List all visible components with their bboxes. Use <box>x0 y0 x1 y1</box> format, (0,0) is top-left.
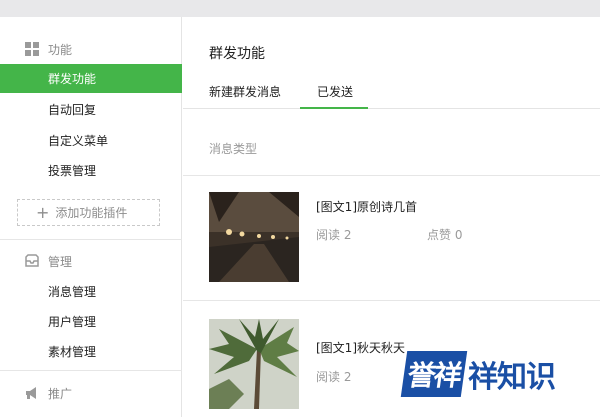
like-count: 点赞 0 <box>427 228 463 242</box>
sidebar-item-user-manage[interactable]: 用户管理 <box>0 307 182 336</box>
sidebar-item-material-manage[interactable]: 素材管理 <box>0 337 182 366</box>
megaphone-icon <box>24 385 40 401</box>
list-item[interactable]: [图文1]原创诗几首 阅读 2 点赞 0 <box>183 176 600 296</box>
sidebar-item-auto-reply[interactable]: 自动回复 <box>0 95 182 124</box>
plus-icon: + <box>36 202 50 222</box>
sidebar-item-message-manage[interactable]: 消息管理 <box>0 277 182 306</box>
sidebar: 功能 群发功能 自动回复 自定义菜单 投票管理 + 添加功能插件 管理 消息管理… <box>0 17 182 417</box>
sidebar-item-mass-send[interactable]: 群发功能 <box>0 64 182 93</box>
sidebar-section-title: 推广 <box>48 386 73 401</box>
watermark-text: 祥知识 <box>468 360 556 395</box>
article-title[interactable]: [图文1]原创诗几首 <box>316 198 417 215</box>
read-count: 阅读 2 <box>316 370 352 384</box>
tab-bar: 新建群发消息 已发送 <box>183 79 600 109</box>
sidebar-item-label: 投票管理 <box>48 164 97 178</box>
sidebar-item-label: 素材管理 <box>48 345 97 359</box>
page-title: 群发功能 <box>209 46 265 62</box>
grid-icon <box>24 41 40 57</box>
top-bar <box>0 0 600 17</box>
tab-new-mass-message[interactable]: 新建群发消息 <box>209 83 281 100</box>
sidebar-item-label: 消息管理 <box>48 285 97 299</box>
inbox-icon <box>24 253 40 269</box>
sidebar-item-label: 自定义菜单 <box>48 134 109 148</box>
sidebar-divider <box>0 239 182 240</box>
tab-sent[interactable]: 已发送 <box>317 83 353 100</box>
sidebar-item-label: 群发功能 <box>48 72 97 86</box>
sidebar-item-label: 用户管理 <box>48 315 97 329</box>
sidebar-section-title: 管理 <box>48 254 73 269</box>
sidebar-section-manage: 管理 <box>0 246 182 276</box>
article-thumbnail <box>209 319 299 409</box>
watermark-mark: 誉祥 <box>400 351 468 397</box>
add-plugin-label: 添加功能插件 <box>55 206 128 220</box>
watermark-logo: 誉祥 祥知识 <box>400 350 584 398</box>
active-tab-indicator <box>300 107 368 109</box>
read-count: 阅读 2 <box>316 228 352 242</box>
article-title[interactable]: [图文1]秋天秋天 <box>316 339 405 356</box>
message-type-filter[interactable]: 消息类型 <box>209 140 257 157</box>
sidebar-item-label: 自动回复 <box>48 103 97 117</box>
sidebar-item-custom-menu[interactable]: 自定义菜单 <box>0 126 182 155</box>
sidebar-item-vote-manage[interactable]: 投票管理 <box>0 156 182 185</box>
sidebar-section-function: 功能 <box>0 34 182 64</box>
article-thumbnail <box>209 192 299 282</box>
sidebar-section-promote: 推广 <box>0 378 182 408</box>
sidebar-divider <box>0 370 182 371</box>
sidebar-section-title: 功能 <box>48 42 73 57</box>
add-plugin-button[interactable]: + 添加功能插件 <box>17 199 160 226</box>
